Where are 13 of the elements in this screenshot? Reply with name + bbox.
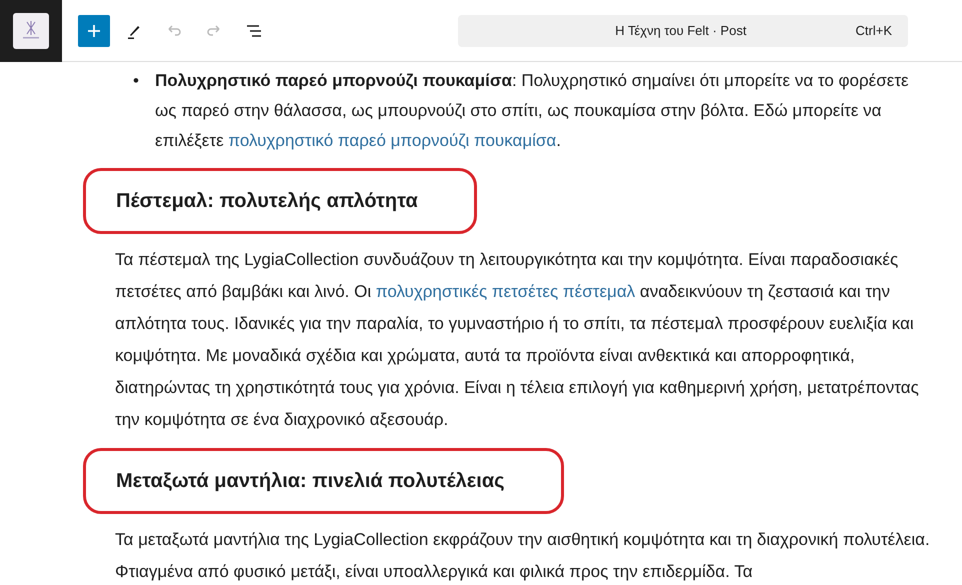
list-item: Πολυχρηστικό παρεό μπορνούζι πουκαμίσα: Πολυχρηστικό σημαίνει ότι μπορείτε να το φορέσετε ως παρεό στην θάλασσα, ως μπουρνούζι στο σπίτι, ως πουκαμίσα στην βόλτα. Εδώ μπορείτε να επιλέξετε πολυχρηστικό παρεό μπορνούζι πουκαμίσα. bbox=[155, 70, 910, 152]
section-heading: Μεταξωτά μαντήλια: πινελιά πολυτέλειας bbox=[83, 448, 564, 514]
command-bar[interactable]: Η Τέχνη του Felt · Post Ctrl+K bbox=[458, 14, 908, 46]
site-logo[interactable] bbox=[13, 12, 49, 48]
document-title: Η Τέχνη του Felt · Post bbox=[614, 22, 748, 40]
keyboard-shortcut: Ctrl+K bbox=[856, 22, 893, 40]
add-block-button[interactable] bbox=[78, 14, 110, 46]
section-heading: Πέστεμαλ: πολυτελής απλότητα bbox=[83, 168, 477, 234]
text-link[interactable]: πολυχρηστικό παρεό μπορνούζι πουκαμίσα bbox=[228, 131, 556, 150]
body-paragraph: Τα πέστεμαλ της LygiaCollection συνδυάζουν τη λειτουργικότητα και την κομψότητα. Είναι παραδοσιακές πετσέτες από βαμβάκι και λινό. Οι πολυχρηστικές πετσέτες πέστεμαλ αναδεικνύουν τη ζεστασιά και την απλότητα τους. Ιδανικές για την παραλία, το γυμναστήριο ή το σπίτι, τα πέστεμαλ προσφέρουν ευελιξία και κομψότητα. Με μοναδικά σχέδια και χρώματα, αυτά τα προϊόντα είναι ανθεκτικά και απορροφητικά, διατηρώντας τη χρηστικότητά τους για χρόνια. Είναι η τέλεια επιλογή για καθημερινή χρήση, μετατρέποντας την κομψότητα σε ένα διαχρονικό αξεσουάρ. bbox=[115, 249, 920, 431]
text-link[interactable]: πολυχρηστικές πετσέτες πέστεμαλ bbox=[376, 282, 636, 301]
body-paragraph: Τα μεταξωτά μαντήλια της LygiaCollection εκφράζουν την αισθητική κομψότητα και τη διαχρονική πολυτέλεια. Φτιαγμένα από φυσικό μετάξι, είναι υποαλλεργικά και φιλικά προς την επιδερμίδα. Τα bbox=[115, 529, 931, 583]
list-bullet: • bbox=[133, 70, 140, 92]
